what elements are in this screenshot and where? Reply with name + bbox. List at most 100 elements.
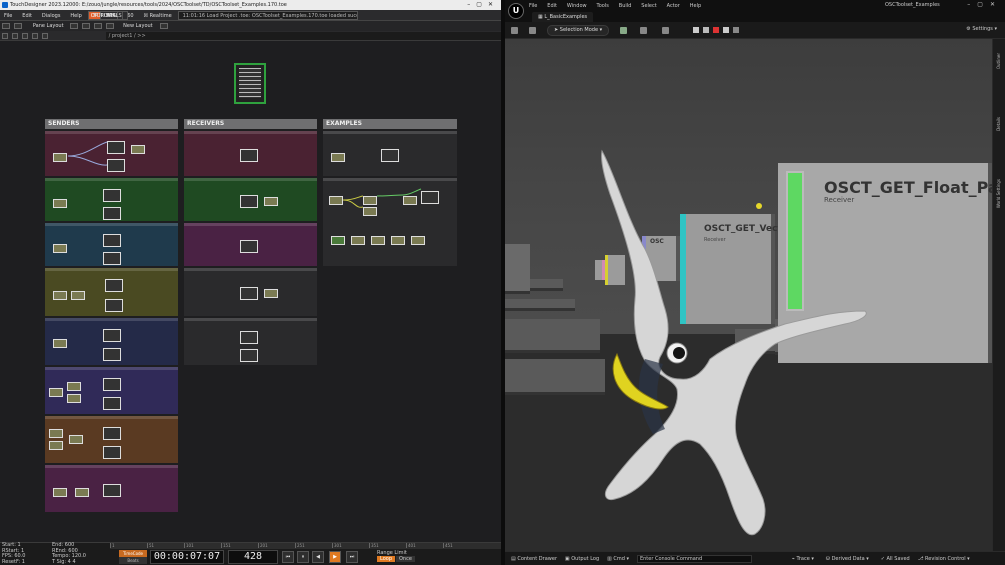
ue-window-controls[interactable]: –▢✕ [967,1,1002,8]
timecode-display[interactable]: 00:00:07:07 [150,550,224,564]
timecode-toggle[interactable]: TimeCode [119,550,147,557]
content-drawer-button[interactable]: ▤ Content Drawer [511,552,557,565]
tsig-value[interactable]: 4 4 [68,559,76,565]
resetf-label: ResetF: [2,558,21,565]
layout-4-icon[interactable] [106,22,115,29]
once-button[interactable]: Once [396,556,415,562]
ue-menu-actor[interactable]: Actor [667,3,680,9]
level-tab-label: L_BasicExamples [544,14,588,20]
network-wires [67,141,422,208]
outliner-tab[interactable]: Outliner [996,53,1001,69]
derived-data-label: Derived Data [831,556,865,562]
play-reverse-button[interactable]: ◀ [312,551,324,563]
status-message: 11:01:16 Load Project .toe: OSCToolset_E… [177,11,358,20]
network-path[interactable]: / project1 / >> [105,31,526,40]
output-log-label: Output Log [571,556,600,562]
ue-menu-build[interactable]: Build [619,3,632,9]
new-layout-button[interactable]: New Layout [120,21,156,31]
frame-display[interactable]: 428 [228,550,278,564]
up-icon[interactable] [31,32,38,39]
ue-menu-tools[interactable]: Tools [597,3,609,9]
level-viewport[interactable]: OSC OSCT_GET_Vecto Receiver OSCT_GET_Flo… [505,39,992,551]
ruler-tick: 151 [221,543,258,548]
all-saved-label: All Saved [886,556,910,562]
trace-button[interactable]: ⌁ Trace ▾ [792,552,814,565]
td-menu-bar: File Edit Dialogs Help WIKI FORUM TUTORI… [0,10,501,21]
ruler-tick: 251 [295,543,332,548]
stop-icon[interactable] [713,26,719,33]
beats-toggle[interactable]: Beats [119,557,147,564]
ue-menu-window[interactable]: Window [567,3,587,9]
ruler-tick: 451 [443,543,480,548]
ruler-tick: 351 [369,543,406,548]
back-icon[interactable] [2,32,8,39]
add-actor-icon[interactable] [620,27,627,34]
tutorials-button[interactable]: TUTORIALS [87,11,128,20]
console-input[interactable]: Enter Console Command [636,554,752,563]
step-icon[interactable] [703,26,709,33]
ue-menu-help[interactable]: Help [690,3,701,9]
timeline-stats-right: End: 600 REnd: 600 Tempo: 120.0 T Sig: 4… [52,542,86,565]
ruler-tick: 1 [110,543,147,548]
resetf-value[interactable]: 1 [22,559,25,565]
layout-2-icon[interactable] [82,22,91,29]
ue-menu-file[interactable]: File [529,3,537,9]
td-app-icon [2,2,8,8]
revision-control-label: Revision Control [925,556,966,562]
timeline-stats-left: Start: 1 RStart: 1 FPS: 60.0 ResetF: 1 [2,542,25,565]
pause-play-icon[interactable] [693,26,699,33]
ruler-tick: 201 [258,543,295,548]
ue-status-bar: ▤ Content Drawer ▣ Output Log ▥ Cmd ▾ En… [505,551,1005,565]
world-settings-tab[interactable]: World Settings [996,179,1001,208]
derived-data-button[interactable]: ⛁ Derived Data ▾ [826,552,869,565]
cinematics-icon[interactable] [662,27,669,34]
content-drawer-label: Content Drawer [517,556,557,562]
mode-icon[interactable] [529,27,536,34]
pane-menu-icon[interactable] [2,22,10,29]
range-limit: Range Limit Loop Once [377,550,415,562]
pause-button[interactable]: ⏸ [297,551,309,563]
add-layout-icon[interactable] [159,22,168,29]
save-icon[interactable] [511,27,518,34]
ue-menu-edit[interactable]: Edit [547,3,557,9]
output-log-button[interactable]: ▣ Output Log [565,552,599,565]
layout-1-icon[interactable] [70,22,79,29]
cmd-label: Cmd [613,556,625,562]
network-editor[interactable]: SENDERS RECEIVERS EXAMPLES [0,41,501,542]
forward-icon[interactable] [11,32,18,39]
td-window-controls[interactable]: –▢✕ [467,0,499,10]
selection-mode-dropdown[interactable]: ➤ Selection Mode ▾ [547,25,610,36]
ruler-tick: 301 [332,543,369,548]
timeline-ruler[interactable]: 1 51 101 151 201 251 301 351 401 451 [110,543,501,549]
ruler-tick: 101 [184,543,221,548]
ue-menu-select[interactable]: Select [641,3,656,9]
eject-icon[interactable] [723,26,729,33]
play-options-icon[interactable] [733,26,739,33]
td-window-title: TouchDesigner 2023.12000: E:/zouo/jungle… [10,2,287,8]
cmd-dropdown[interactable]: ▥ Cmd ▾ [607,552,629,565]
pane-layout-button[interactable]: Pane Layout [30,21,67,31]
td-network-path-bar: / project1 / >> [0,31,526,41]
all-saved-button[interactable]: ✓ All Saved [881,552,910,565]
revision-control-button[interactable]: ⎇ Revision Control ▾ [918,552,970,565]
td-timeline: Start: 1 RStart: 1 FPS: 60.0 ResetF: 1 E… [0,542,501,565]
blueprint-icon[interactable] [640,27,647,34]
settings-dropdown[interactable]: ⚙ Settings ▾ [966,26,997,32]
unreal-logo-icon[interactable]: U [508,3,524,19]
ruler-tick: 51 [147,543,184,548]
level-tab[interactable]: ▦ L_BasicExamples [532,12,594,22]
layout-3-icon[interactable] [94,22,103,29]
pane-split-icon[interactable] [13,22,22,29]
settings-label: Settings [972,26,993,32]
play-button[interactable]: ▶ [329,551,341,563]
details-tab[interactable]: Details [996,117,1001,131]
home-icon[interactable] [21,32,28,39]
ue-window-title: OSCToolset_Examples [885,2,940,8]
time-display-toggle[interactable]: TimeCode Beats [119,550,147,564]
trace-label: Trace [796,556,810,562]
add-icon[interactable] [41,32,48,39]
loop-button[interactable]: Loop [377,556,395,562]
selection-mode-label: Selection Mode [559,27,599,33]
step-forward-button[interactable]: ⏭ [346,551,358,563]
rewind-button[interactable]: ⏮ [282,551,294,563]
